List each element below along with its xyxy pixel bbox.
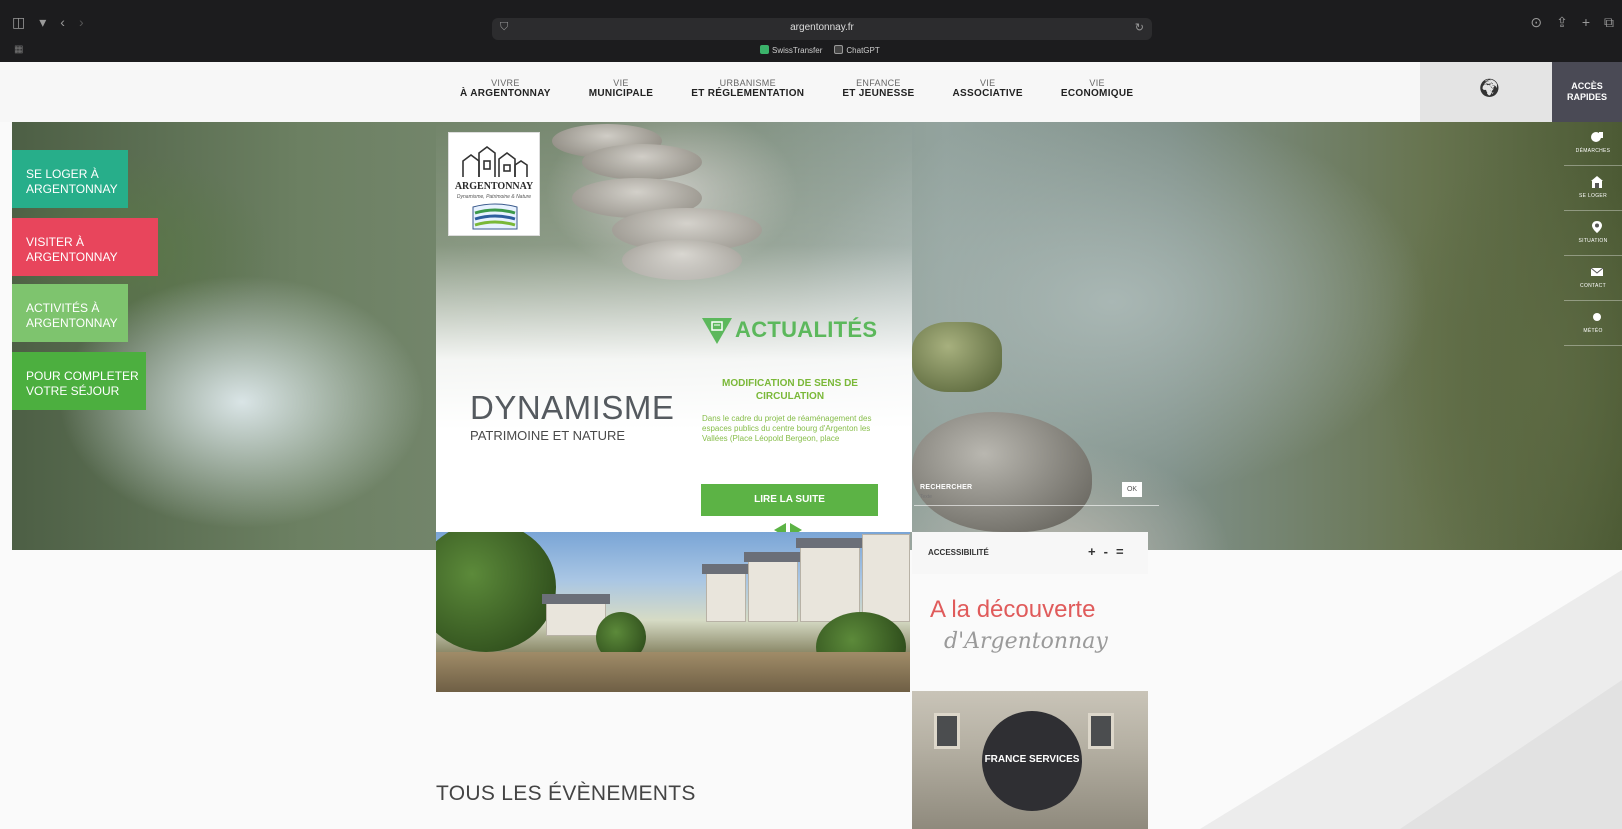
bookmark-chatgpt[interactable]: ChatGPT	[834, 45, 880, 55]
browser-right-controls: ⊙ ⇪ + ⧉	[1530, 14, 1614, 31]
decorative-triangle	[1200, 570, 1622, 829]
nav-urbanisme[interactable]: URBANISME ET RÉGLEMENTATION	[691, 78, 804, 99]
font-reset-button[interactable]: =	[1116, 544, 1124, 559]
share-icon[interactable]: ⇪	[1556, 14, 1568, 31]
globe-icon: 🌍︎	[1478, 78, 1501, 98]
logo-tagline: Dynamisme, Patrimoine & Nature	[456, 194, 532, 200]
new-tab-icon[interactable]: +	[1582, 14, 1590, 31]
town-photo	[436, 532, 910, 692]
news-title[interactable]: MODIFICATION DE SENS DE CIRCULATION	[700, 377, 880, 403]
nav-line1: VIE	[613, 78, 629, 88]
nav-line2: ECONOMIQUE	[1060, 88, 1134, 99]
nav-line2: ET RÉGLEMENTATION	[691, 88, 805, 99]
side-button-visiter[interactable]: VISITER À ARGENTONNAY	[12, 218, 158, 276]
bookmark-swisstransfer[interactable]: SwissTransfer	[760, 45, 822, 55]
nav-line2: À ARGENTONNAY	[460, 88, 551, 99]
location-pin-icon	[1592, 221, 1602, 233]
language-selector[interactable]: 🌍︎	[1420, 62, 1552, 122]
quick-meteo[interactable]: MÉTÉO	[1504, 302, 1622, 346]
nav-line2: MUNICIPALE	[588, 88, 654, 99]
back-icon[interactable]: ‹	[60, 14, 65, 31]
nav-vie-municipale[interactable]: VIE MUNICIPALE	[589, 78, 653, 99]
quick-label: SITUATION	[1578, 238, 1608, 244]
hero-subtitle: PATRIMOINE ET NATURE	[470, 428, 626, 443]
news-body: Dans le cadre du projet de réaménagement…	[702, 414, 872, 443]
search-input[interactable]	[920, 493, 1110, 500]
chatgpt-icon	[834, 45, 844, 54]
tab-overview-icon[interactable]: ▦	[14, 44, 23, 55]
font-decrease-button[interactable]: -	[1104, 544, 1108, 559]
bookmarks-bar: SwissTransfer ChatGPT	[760, 45, 880, 55]
read-more-button[interactable]: LIRE LA SUITE	[701, 484, 878, 516]
quick-demarches[interactable]: DÉMARCHES	[1504, 122, 1622, 166]
quick-label: SE LOGER	[1579, 193, 1607, 199]
chevron-down-icon[interactable]: ▾	[39, 14, 46, 31]
nav-line1: VIE	[1089, 78, 1105, 88]
weather-icon	[1593, 313, 1601, 321]
discover-subheading: d'Argentonnay	[944, 629, 1108, 654]
houses-logo-icon	[462, 146, 528, 177]
nav-vivre[interactable]: VIVRE À ARGENTONNAY	[460, 78, 551, 99]
quick-label: CONTACT	[1580, 283, 1606, 289]
sidebar-toggle-icon[interactable]: ◫	[12, 14, 25, 31]
home-icon	[1591, 176, 1603, 188]
url-text: argentonnay.fr	[790, 22, 854, 33]
quick-label: MÉTÉO	[1583, 328, 1603, 334]
nav-line2: ET JEUNESSE	[842, 88, 915, 99]
nav-vie-associative[interactable]: VIE ASSOCIATIVE	[953, 78, 1023, 99]
nav-line1: VIVRE	[491, 78, 520, 88]
nav-enfance[interactable]: ENFANCE ET JEUNESSE	[842, 78, 914, 99]
reload-icon[interactable]: ↻	[1135, 21, 1144, 34]
browser-chrome: ◫ ▾ ‹ › ▦ ⛉ argentonnay.fr ↻ SwissTransf…	[0, 0, 1622, 62]
france-services-card[interactable]: FRANCE SERVICES	[912, 691, 1148, 829]
news-heading: ACTUALITÉS	[702, 316, 877, 344]
tabs-icon[interactable]: ⧉	[1604, 14, 1614, 31]
discover-heading: A la découverte	[930, 596, 1096, 623]
side-button-se-loger[interactable]: SE LOGER À ARGENTONNAY	[12, 150, 128, 208]
quick-situation[interactable]: SITUATION	[1504, 212, 1622, 256]
search-ok-button[interactable]: OK	[1122, 482, 1142, 497]
hero-title: DYNAMISME	[470, 389, 675, 426]
side-button-activites[interactable]: ACTIVITÉS À ARGENTONNAY	[12, 284, 128, 342]
search-label: RECHERCHER	[920, 484, 973, 491]
side-button-sejour[interactable]: POUR COMPLETER VOTRE SÉJOUR	[12, 352, 146, 410]
swisstransfer-icon	[760, 45, 769, 54]
quick-access-sidebar: DÉMARCHES SE LOGER SITUATION CONTACT MÉT…	[1504, 122, 1622, 352]
forward-icon[interactable]: ›	[79, 14, 84, 31]
accessibility-bar: ACCESSIBILITÉ + - =	[912, 532, 1148, 574]
logo-name: ARGENTONNAY	[454, 181, 534, 192]
fields-logo-icon	[472, 203, 518, 230]
site-logo[interactable]: ARGENTONNAY Dynamisme, Patrimoine & Natu…	[448, 132, 540, 236]
quick-se-loger[interactable]: SE LOGER	[1504, 167, 1622, 211]
france-services-label: FRANCE SERVICES	[984, 754, 1080, 765]
font-increase-button[interactable]: +	[1088, 544, 1096, 559]
mossy-rock	[912, 322, 1002, 392]
nav-line1: URBANISME	[719, 78, 776, 88]
nav-line2: ASSOCIATIVE	[952, 88, 1023, 99]
mail-icon	[1590, 267, 1604, 276]
nav-vie-economique[interactable]: VIE ECONOMIQUE	[1061, 78, 1133, 99]
accessibility-controls: + - =	[1088, 544, 1124, 559]
accessibility-label: ACCESSIBILITÉ	[928, 548, 989, 557]
quick-label: DÉMARCHES	[1575, 148, 1611, 154]
events-heading: TOUS LES ÉVÈNEMENTS	[436, 782, 696, 805]
nav-line1: ENFANCE	[856, 78, 901, 88]
search-underline	[914, 505, 1159, 506]
main-nav: VIVRE À ARGENTONNAY VIE MUNICIPALE URBANIS…	[460, 78, 1171, 99]
procedures-icon	[1591, 132, 1603, 142]
news-badge-icon	[702, 318, 732, 344]
browser-left-controls: ◫ ▾ ‹ ›	[12, 14, 84, 31]
building-window	[934, 713, 960, 749]
quick-contact[interactable]: CONTACT	[1504, 257, 1622, 301]
address-bar[interactable]: ⛉ argentonnay.fr ↻	[492, 18, 1152, 40]
downloads-icon[interactable]: ⊙	[1530, 14, 1542, 31]
news-heading-text: ACTUALITÉS	[735, 317, 878, 342]
building-window	[1088, 713, 1114, 749]
nav-line1: VIE	[980, 78, 996, 88]
site-header: VIVRE À ARGENTONNAY VIE MUNICIPALE URBANIS…	[0, 62, 1622, 122]
search-box: RECHERCHER OK	[914, 470, 1159, 506]
acces-rapides-button[interactable]: ACCÈS RAPIDES	[1552, 62, 1622, 122]
